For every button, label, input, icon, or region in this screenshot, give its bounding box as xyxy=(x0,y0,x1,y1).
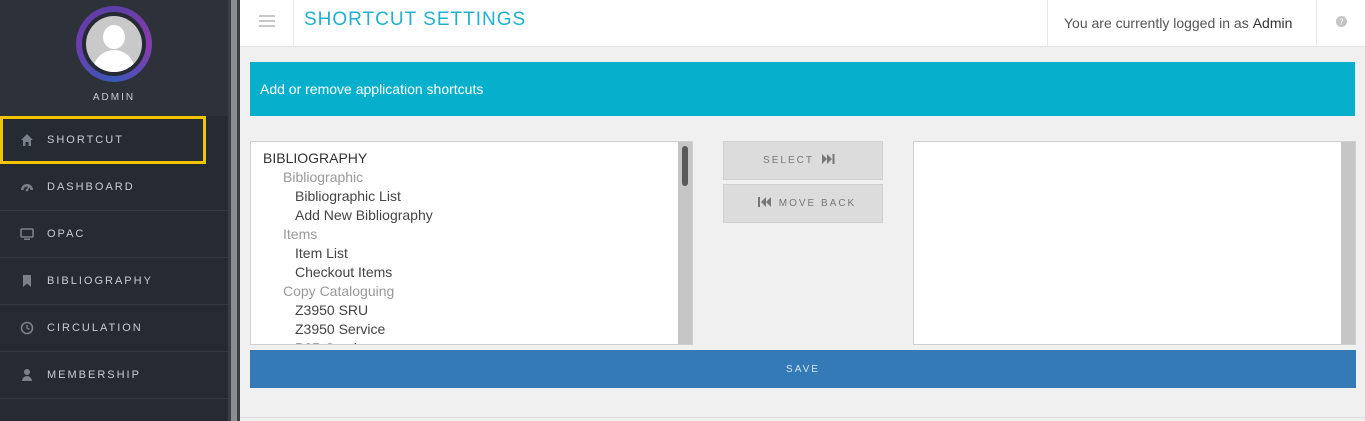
monitor-icon xyxy=(20,227,34,241)
sidebar-item-dashboard[interactable]: DASHBOARD xyxy=(0,164,228,211)
profile-panel: ADMIN xyxy=(0,0,228,116)
shortcut-option[interactable]: P2P Service xyxy=(251,339,679,344)
shortcut-option[interactable]: Z3950 Service xyxy=(251,320,679,339)
shortcut-option[interactable]: Bibliographic List xyxy=(251,187,679,206)
svg-text:?: ? xyxy=(1339,16,1343,26)
sidebar-item-label: MEMBERSHIP xyxy=(47,369,141,381)
sidebar-scrollbar[interactable] xyxy=(228,0,240,421)
select-button[interactable]: SELECT xyxy=(723,141,883,180)
sidebar-item-shortcut[interactable]: SHORTCUT xyxy=(0,116,206,164)
user-avatar-icon xyxy=(86,16,142,72)
move-back-button[interactable]: MOVE BACK xyxy=(723,184,883,223)
hamburger-icon xyxy=(258,14,275,32)
help-button[interactable]: ? xyxy=(1316,0,1365,46)
sidebar-item-membership[interactable]: MEMBERSHIP xyxy=(0,352,228,399)
user-icon xyxy=(20,368,34,382)
login-prefix: You are currently logged in as xyxy=(1064,15,1249,31)
login-status: You are currently logged in as Admin xyxy=(1047,0,1315,46)
available-shortcuts-options: BIBLIOGRAPHY Bibliographic Bibliographic L… xyxy=(251,142,679,344)
login-username: Admin xyxy=(1252,15,1293,31)
menu-toggle-button[interactable] xyxy=(240,0,294,46)
top-bar: SHORTCUT SETTINGS You are currently logg… xyxy=(240,0,1365,47)
selected-shortcuts-list[interactable] xyxy=(913,141,1356,345)
sidebar-item-label: BIBLIOGRAPHY xyxy=(47,275,153,287)
fast-backward-icon xyxy=(757,197,771,210)
clock-icon xyxy=(20,321,34,335)
fast-forward-icon xyxy=(821,154,835,167)
footer-divider xyxy=(240,417,1365,418)
select-button-label: SELECT xyxy=(763,155,814,166)
sidebar-item-label: DASHBOARD xyxy=(47,181,135,193)
info-banner: Add or remove application shortcuts xyxy=(250,62,1355,116)
save-button[interactable]: SAVE xyxy=(250,350,1356,388)
shortcut-option[interactable]: Item List xyxy=(251,244,679,263)
sidebar-item-label: SHORTCUT xyxy=(47,133,124,146)
info-banner-text: Add or remove application shortcuts xyxy=(260,81,484,97)
shortcut-option-group: Copy Cataloguing xyxy=(283,283,395,299)
dashboard-icon xyxy=(20,180,34,194)
available-shortcuts-list[interactable]: BIBLIOGRAPHY Bibliographic Bibliographic L… xyxy=(250,141,693,345)
sidebar-item-circulation[interactable]: CIRCULATION xyxy=(0,305,228,352)
shortcut-option[interactable]: Add New Bibliography xyxy=(251,206,679,225)
shortcut-option-group: Bibliographic xyxy=(283,169,364,185)
selected-list-scrollbar[interactable] xyxy=(1341,142,1355,344)
question-circle-icon: ? xyxy=(1336,14,1347,32)
shortcut-option[interactable]: Z3950 SRU xyxy=(251,301,679,320)
list-scrollbar[interactable] xyxy=(678,142,692,344)
page-title: SHORTCUT SETTINGS xyxy=(304,9,527,30)
shortcut-option-group: BIBLIOGRAPHY xyxy=(263,150,368,166)
sidebar-item-opac[interactable]: OPAC xyxy=(0,211,228,258)
shortcut-option-group: Items xyxy=(283,226,318,242)
shortcut-option[interactable]: Checkout Items xyxy=(251,263,679,282)
avatar[interactable] xyxy=(76,6,152,82)
bookmark-icon xyxy=(20,274,34,288)
save-button-label: SAVE xyxy=(786,363,820,375)
sidebar-item-label: CIRCULATION xyxy=(47,322,143,334)
move-back-button-label: MOVE BACK xyxy=(778,198,857,209)
sidebar-item-label: OPAC xyxy=(47,228,86,240)
profile-username: ADMIN xyxy=(92,92,136,103)
sidebar-menu: SHORTCUT DASHBOARD OPAC BIBLIOGRAPHY CIR… xyxy=(0,116,228,399)
home-icon xyxy=(20,133,34,147)
sidebar: ADMIN SHORTCUT DASHBOARD OPAC BIBLIOGRAP… xyxy=(0,0,228,421)
sidebar-item-bibliography[interactable]: BIBLIOGRAPHY xyxy=(0,258,228,305)
